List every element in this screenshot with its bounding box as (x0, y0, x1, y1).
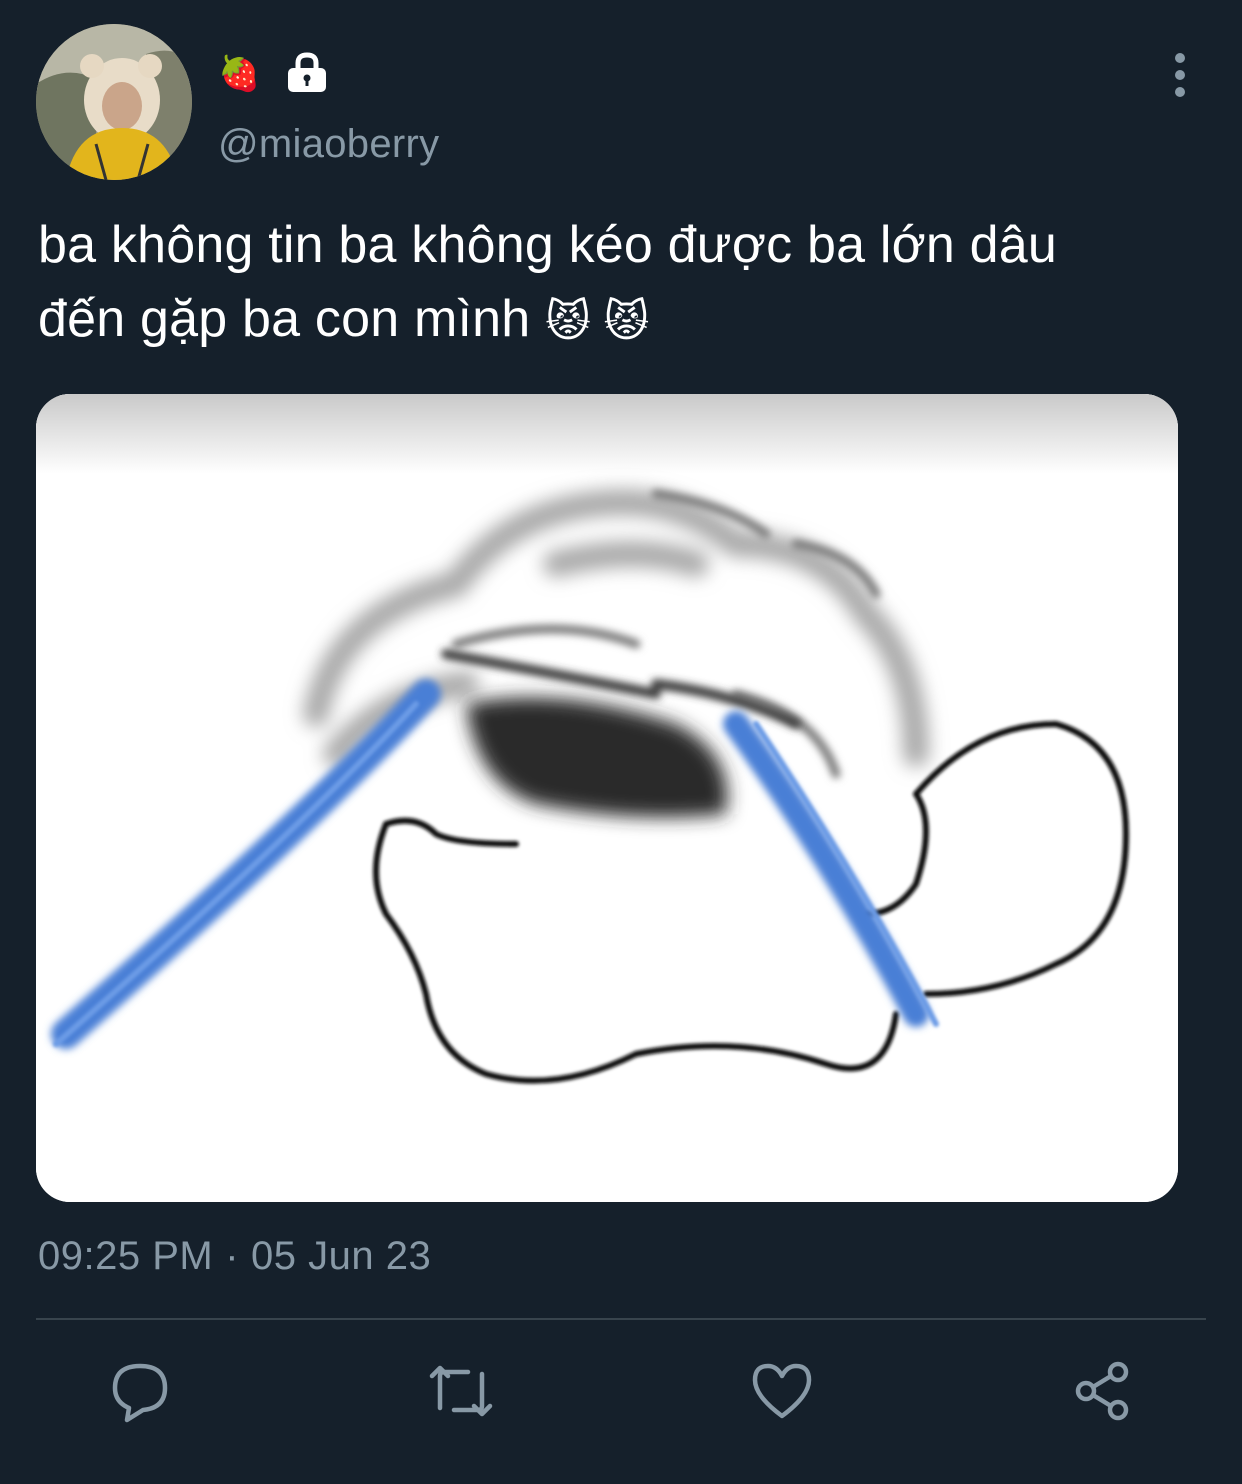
reply-button[interactable] (107, 1358, 173, 1424)
tweet-text-line-2: đến gặp ba con mình 😾 😾 (38, 282, 1208, 359)
share-icon (1075, 1361, 1129, 1421)
retweet-icon (429, 1365, 493, 1417)
like-button[interactable] (749, 1358, 815, 1424)
tweet-text-line-1: ba không tin ba không kéo được ba lớn dâ… (38, 216, 1058, 274)
reply-icon (112, 1363, 168, 1423)
divider (36, 1318, 1206, 1320)
lock-icon (286, 51, 328, 97)
avatar-photo (36, 24, 192, 180)
display-name-emoji: 🍓 (218, 55, 261, 93)
avatar[interactable] (36, 24, 192, 180)
crying-meme-illustration (36, 394, 1178, 1202)
tweet-timestamp[interactable]: 09:25 PM · 05 Jun 23 (38, 1234, 431, 1279)
timestamp-separator: · (225, 1234, 240, 1278)
tweet-date: 05 Jun 23 (251, 1234, 432, 1278)
user-handle[interactable]: @miaoberry (218, 122, 439, 167)
tweet-text: ba không tin ba không kéo được ba lớn dâ… (38, 208, 1208, 359)
share-button[interactable] (1070, 1358, 1136, 1424)
tweet-text-line-2-words: đến gặp ba con mình (38, 290, 531, 348)
retweet-button[interactable] (428, 1358, 494, 1424)
display-name-row[interactable]: 🍓 (218, 51, 328, 97)
more-vertical-icon[interactable] (1160, 52, 1200, 98)
tweet-media-image[interactable] (36, 394, 1178, 1202)
tweet-time: 09:25 PM (38, 1234, 214, 1278)
pouting-cat-emoji: 😾 😾 (545, 297, 650, 346)
heart-icon (752, 1363, 812, 1419)
